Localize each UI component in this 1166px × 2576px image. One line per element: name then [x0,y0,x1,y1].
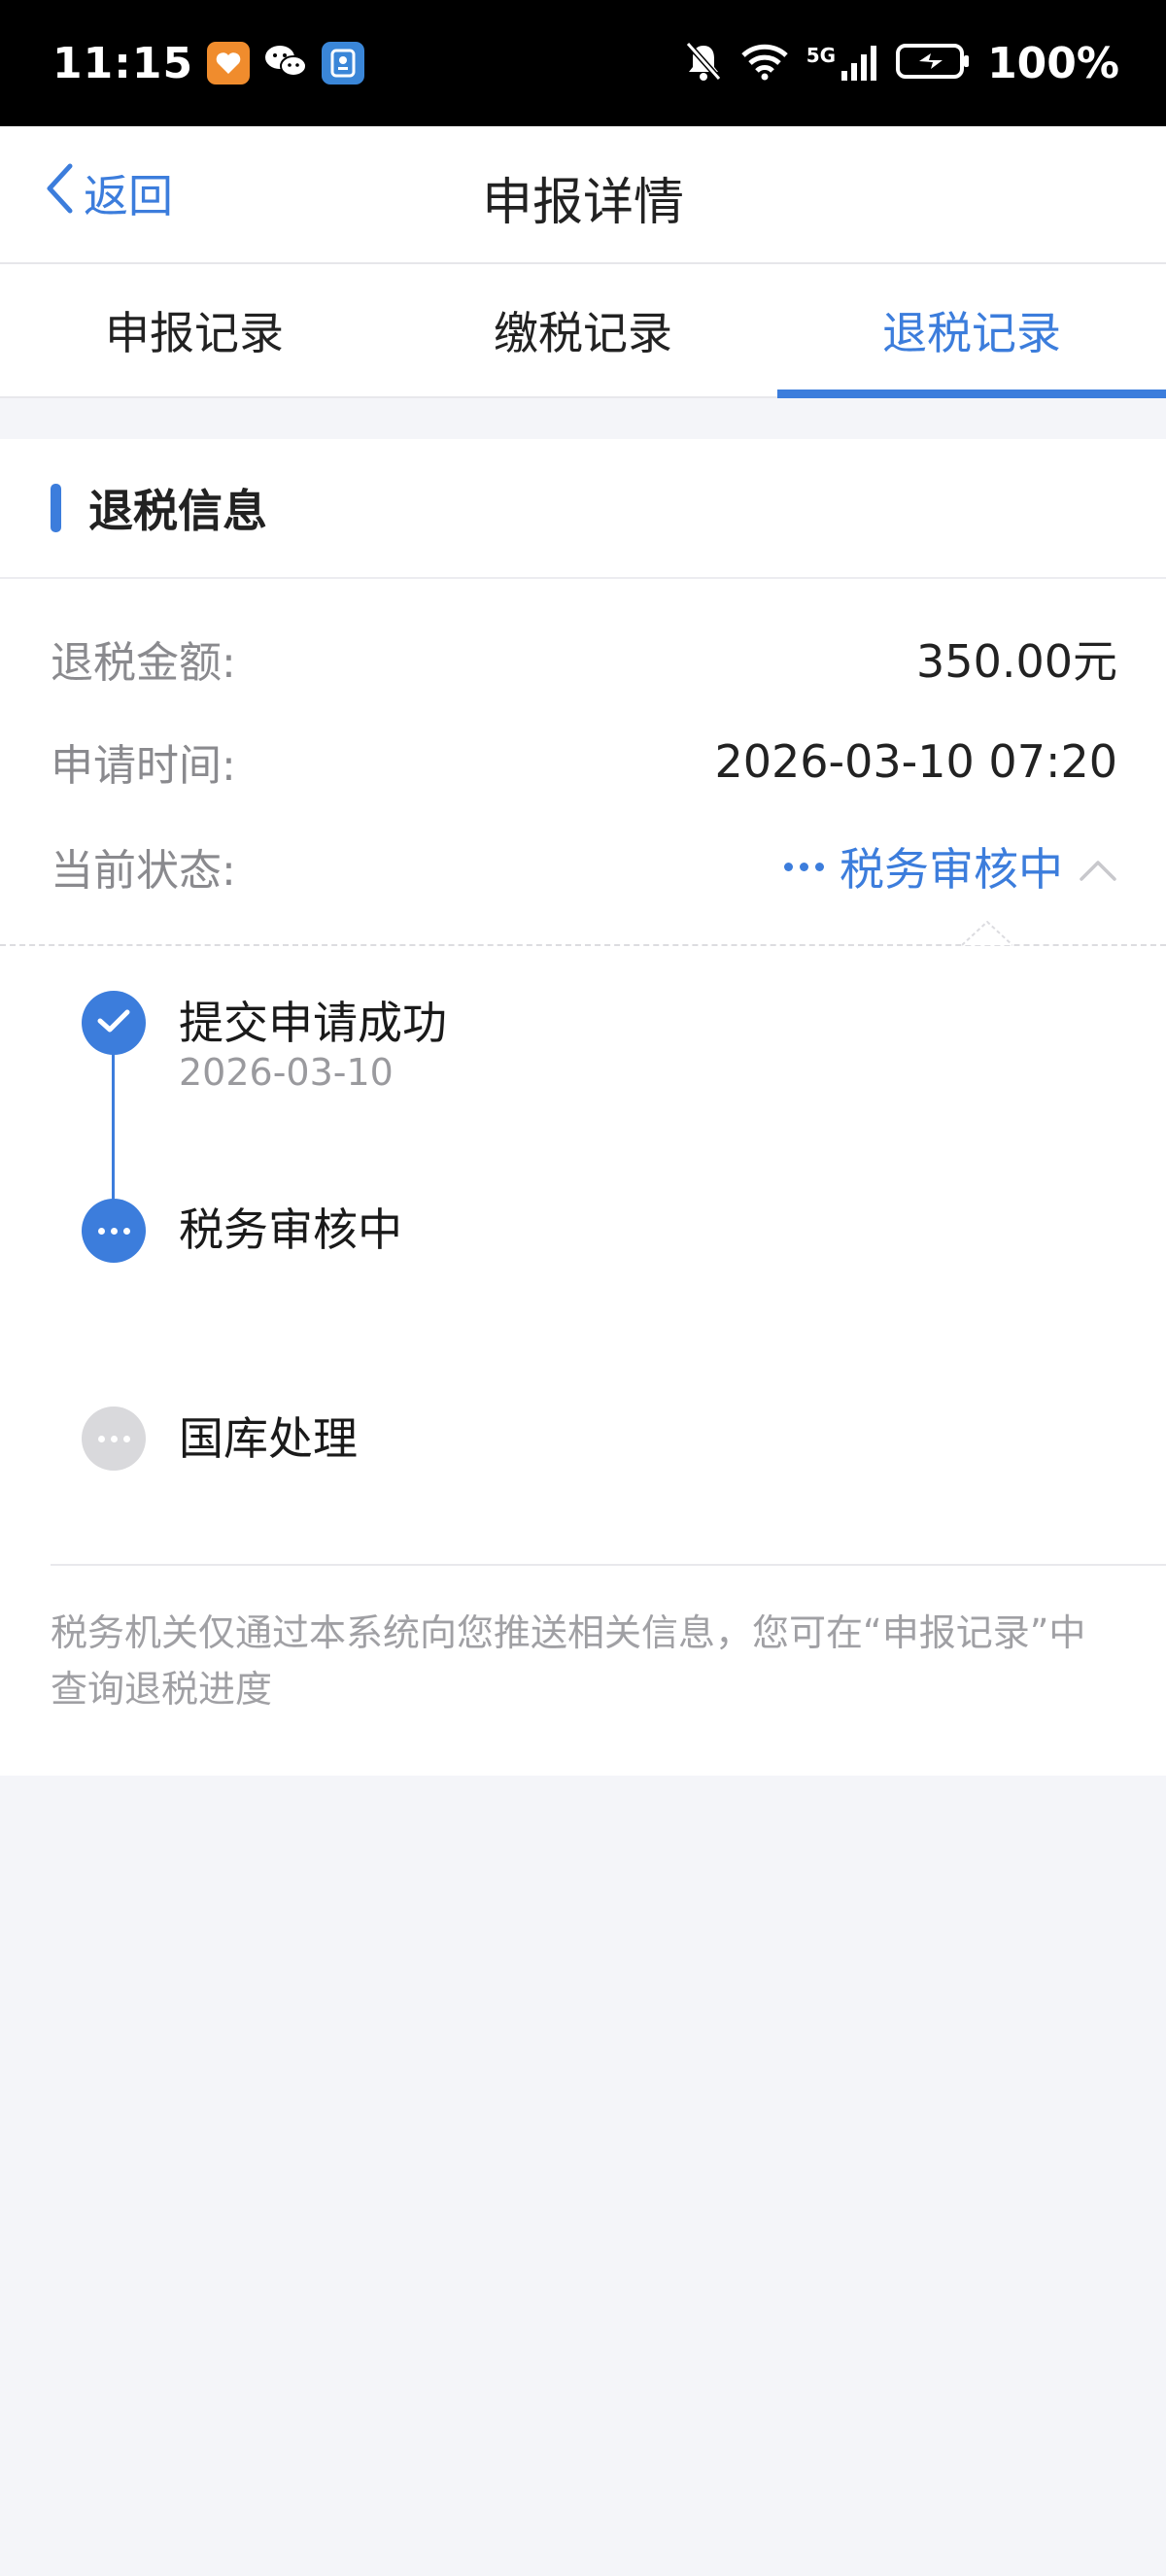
divider [51,1564,1166,1566]
status-bar: 11:15 5G 100% [0,0,1166,126]
timeline-step-done [82,991,146,1055]
apply-time-row: 申请时间: 2026-03-10 07:20 [51,728,1117,796]
wifi-icon [740,42,789,85]
refund-amount-value: 350.00元 [916,635,1117,688]
info-note: 税务机关仅通过本系统向您推送相关信息，您可在“申报记录”中查询退税进度 [51,1611,1086,1711]
tab-bar: 申报记录 缴税记录 退税记录 [0,264,1166,398]
current-status-label: 当前状态: [51,846,236,896]
card-header: 退税信息 [0,439,1166,579]
tab-declaration-records[interactable]: 申报记录 [0,264,389,396]
page-title: 申报详情 [481,174,684,232]
ellipsis-icon [784,862,824,871]
heart-app-icon [207,42,251,85]
current-status-value: 税务审核中 [840,843,1063,896]
refund-amount-label: 退税金额: [51,638,236,688]
ellipsis-icon [97,1227,130,1235]
battery-percent: 100% [987,38,1119,88]
current-status-toggle[interactable]: 税务审核中 [784,834,1117,898]
timeline-step-1-title: 提交申请成功 [179,997,447,1049]
tab-refund-records[interactable]: 退税记录 [777,264,1166,398]
timeline-step-current [82,1199,146,1263]
refund-info-card: 退税信息 退税金额: 350.00元 申请时间: 2026-03-10 07:2… [0,439,1166,1776]
timeline-step-3-title: 国库处理 [179,1412,358,1465]
battery-icon [896,42,970,85]
timeline-step-2-title: 税务审核中 [179,1203,402,1256]
check-icon [96,1007,131,1038]
refund-amount-row: 退税金额: 350.00元 [51,625,1117,693]
status-right: 5G 100% [684,39,1119,88]
mute-bell-icon [684,40,723,86]
signal-5g-icon: 5G [806,44,878,83]
network-label: 5G [806,44,837,67]
clock: 11:15 [52,38,194,88]
nav-bar: 返回 申报详情 [0,126,1166,264]
pointer-notch [962,921,1012,946]
apply-time-value: 2026-03-10 07:20 [714,735,1117,788]
accent-bar [51,484,61,532]
apply-time-label: 申请时间: [51,741,236,791]
ellipsis-icon [97,1435,130,1442]
tab-payment-records[interactable]: 缴税记录 [389,264,777,396]
timeline-step-pending [82,1407,146,1471]
wechat-icon [263,42,308,85]
card-title: 退税信息 [88,485,267,537]
status-left: 11:15 [52,38,365,88]
current-status-row[interactable]: 当前状态: 税务审核中 [51,832,1117,900]
tax-app-icon [322,42,365,85]
timeline-step-1-date: 2026-03-10 [179,1051,394,1094]
chevron-up-icon [1079,840,1117,893]
